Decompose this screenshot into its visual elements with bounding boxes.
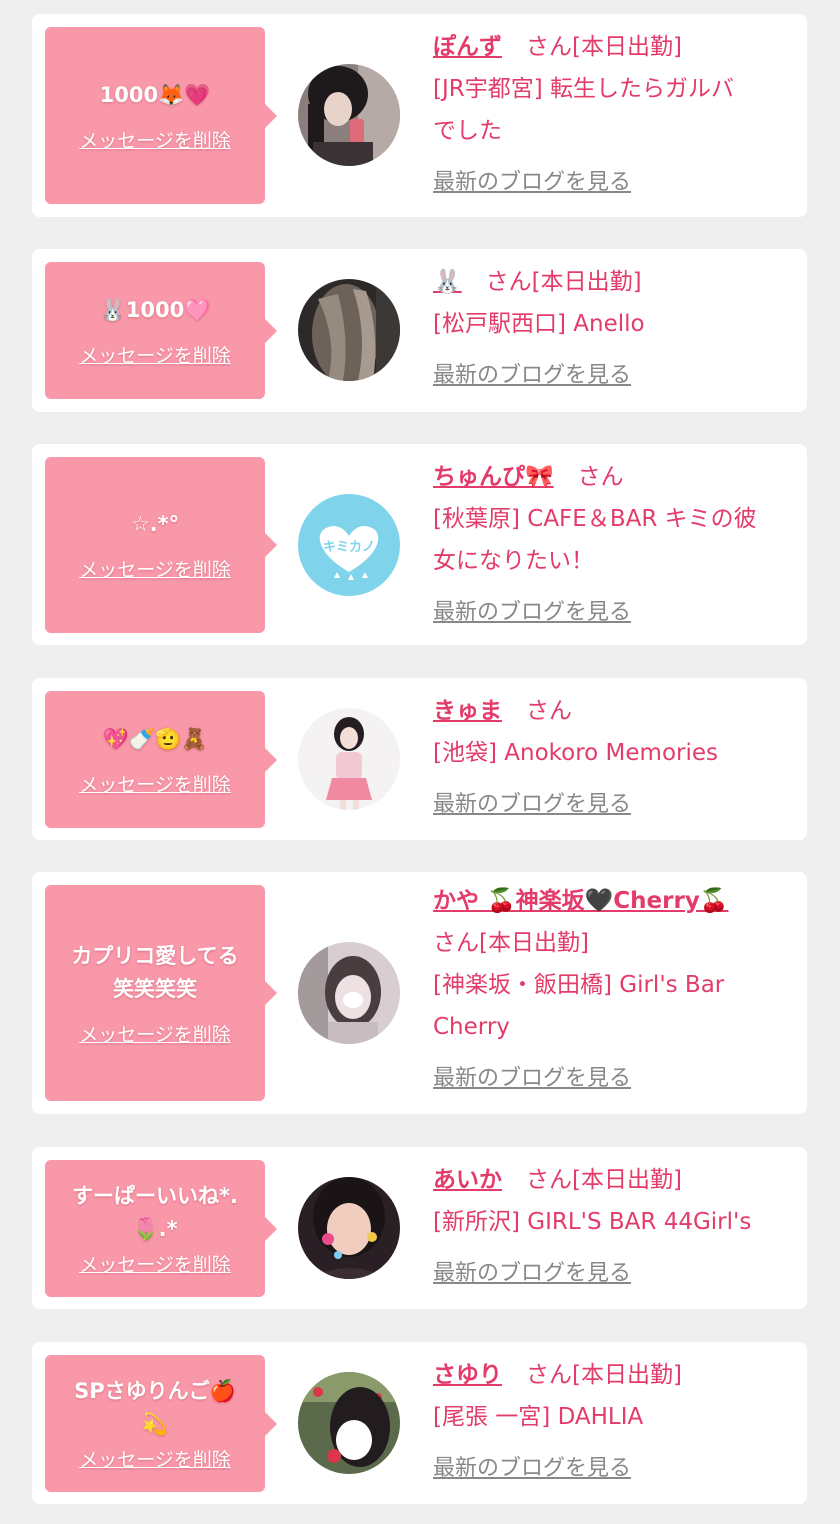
shop-line: [新所沢] GIRL'S BAR 44Girl's	[433, 1209, 752, 1235]
honorific-label: さん	[526, 1167, 572, 1193]
status-label: [本日出勤]	[572, 1167, 682, 1193]
kimikano-logo-icon: キミカノ	[298, 494, 400, 596]
message-text: 1000🦊💗	[99, 82, 211, 107]
sender-info: ぽんず さん[本日出勤] [JR宇都宮] 転生したらガルバ でした 最新のブログを…	[433, 26, 797, 204]
latest-blog-link[interactable]: 最新のブログを見る	[433, 1448, 631, 1490]
photo-avatar-icon	[298, 1177, 400, 1279]
sender-info: ちゅんぴ🎀 さん [秋葉原] CAFE＆BAR キミの彼 女になりたい！ 最新のブ…	[433, 456, 797, 634]
sender-name-link[interactable]: 🐰	[433, 269, 462, 295]
avatar[interactable]	[298, 64, 400, 166]
message-bubble: 1000🦊💗 メッセージを削除	[45, 27, 277, 204]
shop-line: [尾張 一宮] DAHLIA	[433, 1404, 644, 1430]
sender-info: 🐰 さん[本日出勤] [松戸駅西口] Anello 最新のブログを見る	[433, 261, 797, 397]
message-text-line: すーぱーいいね*.	[72, 1184, 238, 1208]
avatar[interactable]	[298, 1372, 400, 1474]
photo-avatar-icon	[298, 64, 400, 166]
shop-line: 女になりたい！	[433, 548, 594, 574]
shop-name: [神楽坂・飯田橋] Girl's Bar Cherry	[433, 964, 797, 1048]
latest-blog-link[interactable]: 最新のブログを見る	[433, 355, 631, 397]
sender-name-link[interactable]: さゆり	[433, 1362, 502, 1388]
message-bubble: SPさゆりんご🍎 💫 メッセージを削除	[45, 1355, 277, 1492]
delete-message-link[interactable]: メッセージを削除	[79, 126, 231, 153]
sender-name-link[interactable]: かや 🍒神楽坂🖤Cherry🍒	[433, 888, 728, 914]
avatar[interactable]: キミカノ	[298, 494, 400, 596]
message-text: カプリコ愛してる 笑笑笑笑	[71, 940, 238, 1006]
latest-blog-link[interactable]: 最新のブログを見る	[433, 784, 631, 826]
delete-message-link[interactable]: メッセージを削除	[79, 1250, 231, 1277]
message-text: すーぱーいいね*. 🌷.*	[72, 1180, 238, 1246]
sender-info: かや 🍒神楽坂🖤Cherry🍒 さん[本日出勤] [神楽坂・飯田橋] Girl'…	[433, 880, 797, 1100]
message-text: 🐰1000🩷	[99, 297, 211, 322]
shop-line: でした	[433, 118, 502, 144]
delete-message-link[interactable]: メッセージを削除	[79, 1445, 231, 1472]
shop-name: [池袋] Anokoro Memories	[433, 732, 797, 774]
sender-name-link[interactable]: きゅま	[433, 698, 502, 724]
message-text-line: SPさゆりんご🍎	[74, 1379, 236, 1403]
latest-blog-link[interactable]: 最新のブログを見る	[433, 592, 631, 634]
status-label: [本日出勤]	[531, 269, 642, 295]
status-label: [本日出勤]	[479, 930, 589, 956]
honorific-label: さん	[485, 269, 532, 295]
shop-line: [JR宇都宮] 転生したらガルバ	[433, 76, 735, 102]
message-text-line: 笑笑笑笑	[113, 976, 197, 1001]
shop-name: [秋葉原] CAFE＆BAR キミの彼 女になりたい！	[433, 498, 797, 582]
message-text: ☆.*°	[130, 512, 180, 536]
shop-name: [尾張 一宮] DAHLIA	[433, 1396, 797, 1438]
photo-avatar-icon	[298, 1372, 400, 1474]
honorific-label: さん	[433, 930, 479, 956]
photo-avatar-icon	[298, 942, 400, 1044]
latest-blog-link[interactable]: 最新のブログを見る	[433, 1253, 631, 1295]
delete-message-link[interactable]: メッセージを削除	[79, 770, 231, 797]
message-card: 🐰1000🩷 メッセージを削除 🐰 さん[本日出勤] [松戸駅西口] Anello…	[32, 249, 807, 412]
message-card: ☆.*° メッセージを削除 キミカノ ちゅんぴ🎀 さん [秋葉原] CAFE＆BA…	[32, 444, 807, 645]
message-card: SPさゆりんご🍎 💫 メッセージを削除 さゆり さん[本日出勤] [尾張 一宮] …	[32, 1342, 807, 1504]
message-card: 💖🍼🫡🧸 メッセージを削除 きゅま さん [池袋] Anokoro Memorie…	[32, 678, 807, 840]
message-text-line: カプリコ愛してる	[71, 943, 239, 968]
shop-name: [JR宇都宮] 転生したらガルバ でした	[433, 68, 797, 152]
message-bubble: 💖🍼🫡🧸 メッセージを削除	[45, 691, 277, 828]
honorific-label: さん	[526, 698, 572, 724]
message-text-line: 🌷.*	[132, 1217, 178, 1241]
message-card: 1000🦊💗 メッセージを削除 ぽんず さん[本日出勤] [JR宇都宮] 転生した…	[32, 14, 807, 217]
sender-info: きゅま さん [池袋] Anokoro Memories 最新のブログを見る	[433, 690, 797, 826]
kimikano-logo-text: キミカノ	[323, 540, 375, 555]
message-card: カプリコ愛してる 笑笑笑笑 メッセージを削除 かや 🍒神楽坂🖤Cherry🍒 さ…	[32, 872, 807, 1114]
message-card: すーぱーいいね*. 🌷.* メッセージを削除 あいか さん[本日出勤] [新所沢]…	[32, 1147, 807, 1309]
honorific-label: さん	[577, 464, 624, 490]
message-text-line: 💫	[141, 1412, 169, 1436]
delete-message-link[interactable]: メッセージを削除	[79, 1020, 231, 1047]
message-bubble: ☆.*° メッセージを削除	[45, 457, 277, 633]
honorific-label: さん	[526, 34, 572, 60]
message-text: SPさゆりんご🍎 💫	[74, 1375, 236, 1441]
avatar[interactable]	[298, 279, 400, 381]
shop-line: [松戸駅西口] Anello	[433, 311, 645, 337]
avatar[interactable]	[298, 942, 400, 1044]
photo-avatar-icon	[298, 279, 400, 381]
shop-line: [秋葉原] CAFE＆BAR キミの彼	[433, 506, 757, 532]
message-bubble: カプリコ愛してる 笑笑笑笑 メッセージを削除	[45, 885, 277, 1101]
sender-name-link[interactable]: ちゅんぴ🎀	[433, 464, 554, 490]
shop-name: [松戸駅西口] Anello	[433, 303, 797, 345]
honorific-label: さん	[526, 1362, 572, 1388]
sender-name-link[interactable]: あいか	[433, 1167, 502, 1193]
delete-message-link[interactable]: メッセージを削除	[79, 555, 231, 582]
shop-line: Cherry	[433, 1014, 510, 1040]
message-text: 💖🍼🫡🧸	[102, 726, 208, 751]
delete-message-link[interactable]: メッセージを削除	[79, 341, 231, 368]
avatar[interactable]	[298, 1177, 400, 1279]
avatar[interactable]	[298, 708, 400, 810]
message-bubble: すーぱーいいね*. 🌷.* メッセージを削除	[45, 1160, 277, 1297]
sender-name-link[interactable]: ぽんず	[433, 34, 502, 60]
sender-info: さゆり さん[本日出勤] [尾張 一宮] DAHLIA 最新のブログを見る	[433, 1354, 797, 1490]
photo-avatar-icon	[298, 708, 400, 810]
shop-line: [池袋] Anokoro Memories	[433, 740, 718, 766]
status-label: [本日出勤]	[572, 34, 682, 60]
status-label: [本日出勤]	[572, 1362, 682, 1388]
sender-info: あいか さん[本日出勤] [新所沢] GIRL'S BAR 44Girl's 最新…	[433, 1159, 797, 1295]
message-bubble: 🐰1000🩷 メッセージを削除	[45, 262, 277, 399]
shop-name: [新所沢] GIRL'S BAR 44Girl's	[433, 1201, 797, 1243]
shop-line: [神楽坂・飯田橋] Girl's Bar	[433, 972, 725, 998]
latest-blog-link[interactable]: 最新のブログを見る	[433, 1058, 631, 1100]
latest-blog-link[interactable]: 最新のブログを見る	[433, 162, 631, 204]
